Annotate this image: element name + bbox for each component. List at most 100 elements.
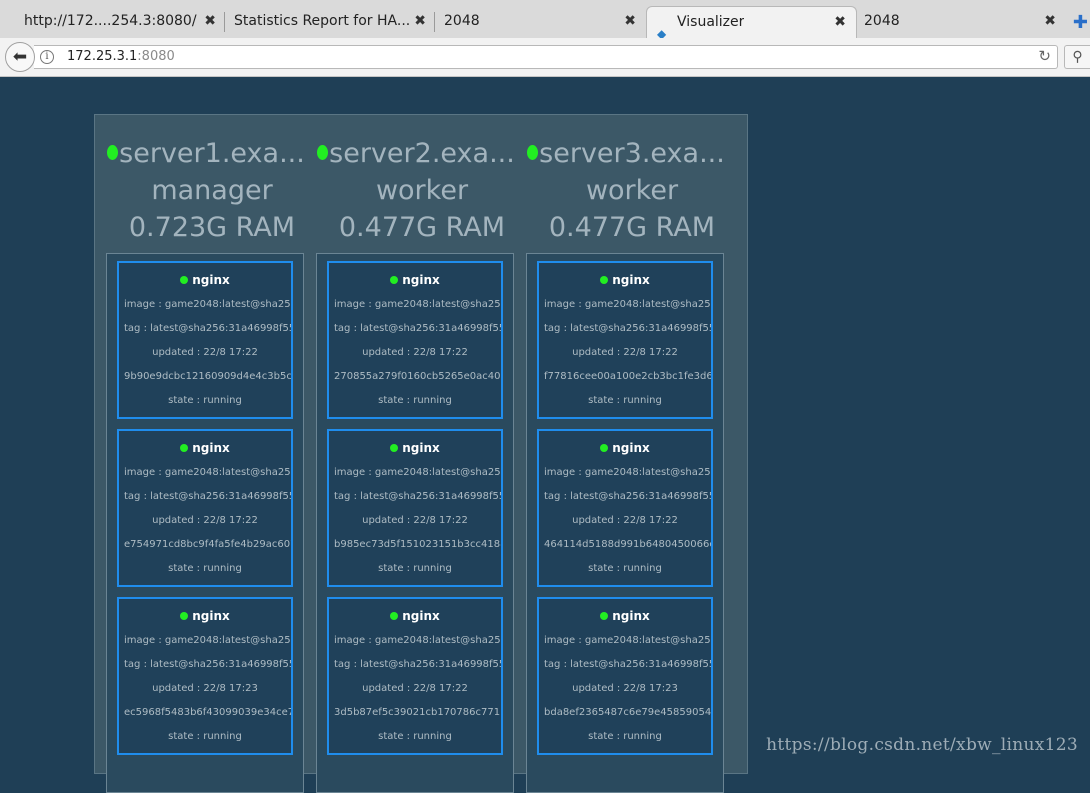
task-card[interactable]: nginx image : game2048:latest@sha256:3 tag… [117, 261, 293, 419]
back-arrow-icon: ⬅ [12, 47, 28, 67]
search-button[interactable]: ⚲ [1064, 45, 1090, 69]
task-name: nginx [402, 441, 440, 455]
tab-title: 2048 [864, 13, 900, 29]
task-updated: updated : 22/8 17:22 [362, 515, 468, 526]
tab-title: http://172....254.3:8080/ [24, 13, 197, 29]
task-name: nginx [192, 273, 230, 287]
tab-title: Statistics Report for HA... [234, 13, 411, 29]
task-status-dot [180, 612, 189, 620]
close-icon[interactable]: ✖ [414, 6, 426, 37]
node-status-dot [317, 145, 328, 160]
task-status-dot [600, 276, 609, 284]
tab-5[interactable]: 2048 ✖ [854, 6, 1066, 37]
task-id: bda8ef2365487c6e79e4585905432 [544, 707, 713, 718]
task-status-dot [600, 612, 609, 620]
task-status-dot [390, 612, 399, 620]
tab-3[interactable]: 2048 ✖ [434, 6, 646, 37]
task-card[interactable]: nginx image : game2048:latest@sha256:3 tag… [327, 429, 503, 587]
back-button[interactable]: ⬅ [5, 42, 35, 72]
task-id: 270855a279f0160cb5265e0ac403d [334, 371, 503, 382]
tab-1[interactable]: http://172....254.3:8080/ ✖ [14, 6, 226, 37]
node-header: server2.exa... worker 0.477G RAM [317, 135, 522, 246]
task-tag: tag : latest@sha256:31a46998f55e [544, 491, 713, 502]
task-id: ec5968f5483b6f43099039e34ce75 [124, 707, 293, 718]
tab-2[interactable]: Statistics Report for HA... ✖ [224, 6, 436, 37]
task-card[interactable]: nginx image : game2048:latest@sha256:3 tag… [537, 429, 713, 587]
task-image: image : game2048:latest@sha256:3 [334, 635, 503, 646]
task-card[interactable]: nginx image : game2048:latest@sha256:3 tag… [117, 597, 293, 755]
task-state: state : running [588, 563, 662, 574]
node-status-dot [107, 145, 118, 160]
task-state: state : running [168, 395, 242, 406]
task-updated: updated : 22/8 17:23 [152, 683, 258, 694]
close-icon[interactable]: ✖ [204, 6, 216, 37]
task-state: state : running [588, 731, 662, 742]
node-role: worker [585, 175, 679, 206]
task-tag: tag : latest@sha256:31a46998f55e [334, 659, 503, 670]
task-status-dot [390, 444, 399, 452]
node-name-row: server1.exa... [107, 135, 312, 172]
tab-title: 2048 [444, 13, 480, 29]
task-state: state : running [588, 395, 662, 406]
node-name[interactable]: server2.exa... [329, 138, 515, 169]
task-card[interactable]: nginx image : game2048:latest@sha256:3 tag… [537, 261, 713, 419]
node-status-dot [527, 145, 538, 160]
node-header: server3.exa... worker 0.477G RAM [527, 135, 732, 246]
task-name: nginx [192, 441, 230, 455]
task-title: nginx [329, 441, 501, 455]
node-task-list: nginx image : game2048:latest@sha256:3 tag… [316, 253, 514, 793]
url-port: :8080 [137, 49, 175, 64]
close-icon[interactable]: ✖ [1044, 6, 1056, 37]
node-column: server3.exa... worker 0.477G RAM nginx image… [526, 115, 732, 793]
task-name: nginx [192, 609, 230, 623]
task-title: nginx [539, 441, 711, 455]
task-name: nginx [402, 273, 440, 287]
node-ram: 0.723G RAM [128, 212, 296, 243]
task-title: nginx [119, 609, 291, 623]
url-text[interactable]: 172.25.3.1:8080 [67, 49, 175, 64]
task-image: image : game2048:latest@sha256:3 [544, 299, 713, 310]
task-title: nginx [119, 441, 291, 455]
task-state: state : running [378, 731, 452, 742]
new-tab-button[interactable]: ✚ [1073, 12, 1088, 33]
node-name-row: server3.exa... [527, 135, 732, 172]
task-title: nginx [119, 273, 291, 287]
node-ram: 0.477G RAM [548, 212, 716, 243]
node-name-row: server2.exa... [317, 135, 522, 172]
task-title: nginx [329, 273, 501, 287]
tab-title: Visualizer [677, 14, 745, 30]
task-name: nginx [612, 609, 650, 623]
task-updated: updated : 22/8 17:22 [572, 347, 678, 358]
node-task-list: nginx image : game2048:latest@sha256:3 tag… [526, 253, 724, 793]
task-image: image : game2048:latest@sha256:3 [544, 635, 713, 646]
node-ram: 0.477G RAM [338, 212, 506, 243]
task-title: nginx [539, 273, 711, 287]
task-state: state : running [168, 563, 242, 574]
close-icon[interactable]: ✖ [834, 7, 846, 38]
task-card[interactable]: nginx image : game2048:latest@sha256:3 tag… [537, 597, 713, 755]
task-card[interactable]: nginx image : game2048:latest@sha256:3 tag… [327, 597, 503, 755]
info-icon[interactable]: i [40, 50, 54, 64]
node-column: server2.exa... worker 0.477G RAM nginx image… [316, 115, 522, 793]
task-tag: tag : latest@sha256:31a46998f55e [544, 659, 713, 670]
task-state: state : running [168, 731, 242, 742]
navigation-bar: i 172.25.3.1:8080 ↻ ⬅ ⚲ [0, 38, 1090, 77]
task-name: nginx [612, 441, 650, 455]
node-name[interactable]: server3.exa... [539, 138, 725, 169]
task-image: image : game2048:latest@sha256:3 [334, 467, 503, 478]
task-image: image : game2048:latest@sha256:3 [124, 467, 293, 478]
task-card[interactable]: nginx image : game2048:latest@sha256:3 tag… [327, 261, 503, 419]
task-status-dot [390, 276, 399, 284]
task-title: nginx [539, 609, 711, 623]
task-state: state : running [378, 395, 452, 406]
task-tag: tag : latest@sha256:31a46998f55e [124, 491, 293, 502]
node-name[interactable]: server1.exa... [119, 138, 305, 169]
task-card[interactable]: nginx image : game2048:latest@sha256:3 tag… [117, 429, 293, 587]
task-tag: tag : latest@sha256:31a46998f55e [334, 491, 503, 502]
url-host: 172.25.3.1 [67, 49, 138, 64]
tab-visualizer[interactable]: ◆Visualizer ✖ [646, 6, 857, 41]
close-icon[interactable]: ✖ [624, 6, 636, 37]
url-bar[interactable]: i 172.25.3.1:8080 ↻ [34, 45, 1058, 69]
reload-icon[interactable]: ↻ [1038, 47, 1051, 65]
task-updated: updated : 22/8 17:22 [362, 683, 468, 694]
